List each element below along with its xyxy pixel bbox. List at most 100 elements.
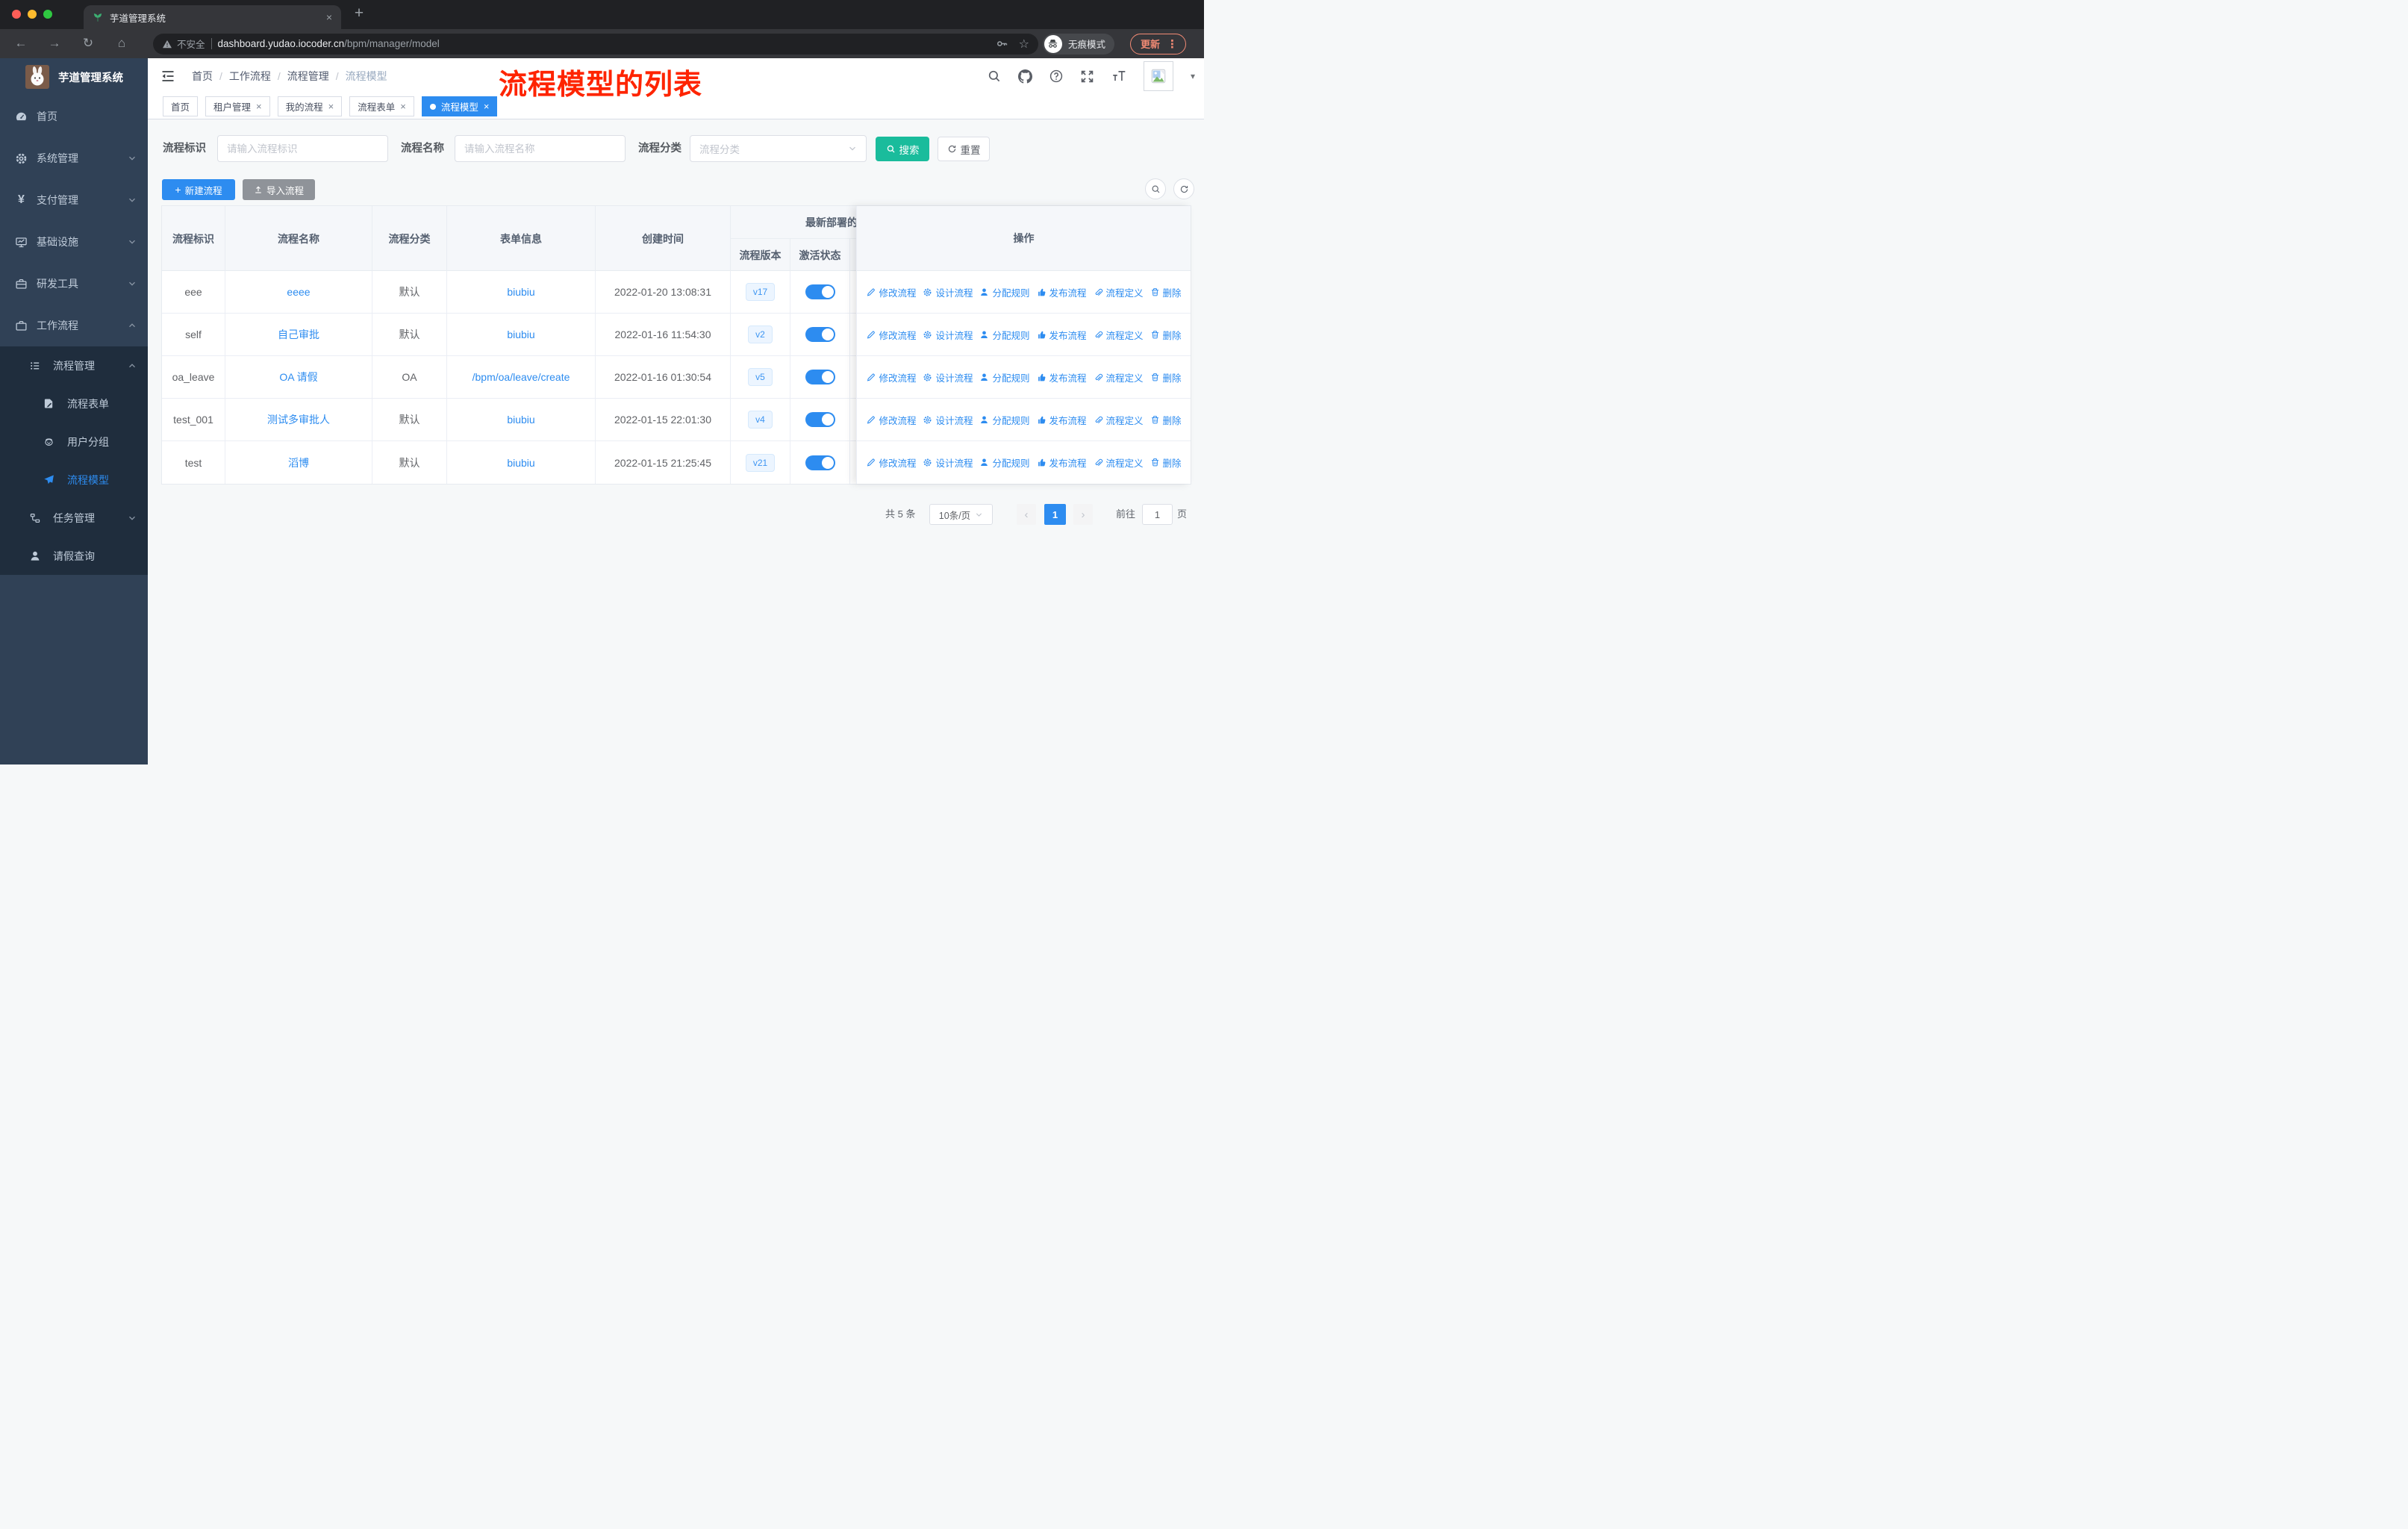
- process-category-select[interactable]: 流程分类: [690, 135, 867, 162]
- publish-process-link[interactable]: 发布流程: [1037, 455, 1087, 470]
- edit-process-link[interactable]: 修改流程: [866, 328, 916, 342]
- design-process-link[interactable]: 设计流程: [923, 413, 973, 427]
- new-tab-button[interactable]: +: [349, 4, 369, 22]
- browser-menu-icon[interactable]: ⋮: [1167, 37, 1178, 51]
- next-page-button[interactable]: ›: [1073, 504, 1093, 525]
- process-definition-link[interactable]: 流程定义: [1094, 285, 1144, 299]
- close-icon[interactable]: ×: [328, 101, 334, 112]
- sidebar-item-task-management[interactable]: 任务管理: [0, 499, 148, 537]
- process-definition-link[interactable]: 流程定义: [1094, 370, 1144, 384]
- form-link[interactable]: /bpm/oa/leave/create: [472, 371, 570, 383]
- publish-process-link[interactable]: 发布流程: [1037, 285, 1087, 299]
- active-toggle[interactable]: [805, 327, 835, 342]
- active-toggle[interactable]: [805, 455, 835, 470]
- process-name-link[interactable]: 测试多审批人: [267, 412, 330, 427]
- design-process-link[interactable]: 设计流程: [923, 328, 973, 342]
- tag-my-process[interactable]: 我的流程 ×: [277, 96, 343, 116]
- search-button[interactable]: 搜索: [876, 137, 929, 161]
- delete-link[interactable]: 删除: [1150, 413, 1182, 427]
- sidebar-item-workflow[interactable]: 工作流程: [0, 305, 148, 346]
- design-process-link[interactable]: 设计流程: [923, 455, 973, 470]
- assign-rule-link[interactable]: 分配规则: [979, 285, 1030, 299]
- home-icon[interactable]: ⌂: [113, 35, 131, 52]
- back-icon[interactable]: ←: [12, 35, 30, 52]
- process-name-link[interactable]: 滔博: [288, 455, 309, 470]
- active-toggle[interactable]: [805, 284, 835, 299]
- sidebar-item-infrastructure[interactable]: 基础设施: [0, 221, 148, 263]
- github-icon[interactable]: [1017, 69, 1032, 84]
- browser-tab[interactable]: 芋道管理系统 ×: [84, 5, 341, 29]
- design-process-link[interactable]: 设计流程: [923, 285, 973, 299]
- fullscreen-icon[interactable]: [1080, 69, 1094, 84]
- show-search-button[interactable]: [1145, 178, 1166, 199]
- forward-icon[interactable]: →: [46, 35, 63, 52]
- assign-rule-link[interactable]: 分配规则: [979, 413, 1030, 427]
- tag-process-form[interactable]: 流程表单 ×: [349, 96, 414, 116]
- delete-link[interactable]: 删除: [1150, 455, 1182, 470]
- import-process-button[interactable]: 导入流程: [243, 179, 315, 200]
- close-icon[interactable]: ×: [400, 101, 406, 112]
- edit-process-link[interactable]: 修改流程: [866, 370, 916, 384]
- process-definition-link[interactable]: 流程定义: [1094, 328, 1144, 342]
- process-definition-link[interactable]: 流程定义: [1094, 455, 1144, 470]
- browser-update-button[interactable]: 更新 ⋮: [1129, 33, 1186, 55]
- edit-process-link[interactable]: 修改流程: [866, 455, 916, 470]
- form-link[interactable]: biubiu: [507, 414, 534, 426]
- sidebar-item-devtools[interactable]: 研发工具: [0, 263, 148, 305]
- process-name-link[interactable]: eeee: [287, 286, 310, 298]
- page-size-select[interactable]: 10条/页: [929, 504, 993, 525]
- design-process-link[interactable]: 设计流程: [923, 370, 973, 384]
- delete-link[interactable]: 删除: [1150, 328, 1182, 342]
- avatar-caret-icon[interactable]: ▾: [1191, 71, 1195, 81]
- key-icon[interactable]: [996, 37, 1008, 50]
- tag-tenant[interactable]: 租户管理 ×: [205, 96, 270, 116]
- assign-rule-link[interactable]: 分配规则: [979, 370, 1030, 384]
- sidebar-collapse-icon[interactable]: [160, 69, 175, 84]
- process-name-link[interactable]: 自己审批: [278, 327, 319, 342]
- form-link[interactable]: biubiu: [507, 457, 534, 469]
- sidebar-item-process-form[interactable]: 流程表单: [0, 384, 148, 423]
- tab-close-icon[interactable]: ×: [326, 11, 332, 23]
- address-bar[interactable]: 不安全 dashboard.yudao.iocoder.cn/bpm/manag…: [153, 33, 1038, 55]
- assign-rule-link[interactable]: 分配规则: [979, 328, 1030, 342]
- goto-page-input[interactable]: [1142, 504, 1173, 525]
- url-text[interactable]: dashboard.yudao.iocoder.cn/bpm/manager/m…: [218, 38, 440, 49]
- reload-icon[interactable]: ↻: [79, 35, 97, 52]
- sidebar-item-home[interactable]: 首页: [0, 96, 148, 137]
- process-name-link[interactable]: OA 请假: [279, 370, 317, 384]
- user-avatar[interactable]: [1143, 61, 1173, 91]
- active-toggle[interactable]: [805, 370, 835, 384]
- sidebar-item-process-management[interactable]: 流程管理: [0, 346, 148, 384]
- bookmark-star-icon[interactable]: ☆: [1019, 37, 1029, 52]
- window-controls[interactable]: [12, 10, 52, 19]
- tag-process-model[interactable]: 流程模型 ×: [421, 96, 498, 116]
- current-page[interactable]: 1: [1044, 504, 1066, 525]
- sidebar-item-payment[interactable]: ¥ 支付管理: [0, 179, 148, 221]
- reset-button[interactable]: 重置: [938, 137, 990, 161]
- publish-process-link[interactable]: 发布流程: [1037, 413, 1087, 427]
- form-link[interactable]: biubiu: [507, 328, 534, 340]
- publish-process-link[interactable]: 发布流程: [1037, 370, 1087, 384]
- delete-link[interactable]: 删除: [1150, 285, 1182, 299]
- minimize-window-button[interactable]: [28, 10, 37, 19]
- close-icon[interactable]: ×: [484, 101, 490, 112]
- create-process-button[interactable]: + 新建流程: [162, 179, 235, 200]
- assign-rule-link[interactable]: 分配规则: [979, 455, 1030, 470]
- sidebar-item-leave-query[interactable]: 请假查询: [0, 537, 148, 575]
- breadcrumb-process-management[interactable]: 流程管理: [287, 69, 329, 84]
- breadcrumb-workflow[interactable]: 工作流程: [229, 69, 271, 84]
- close-icon[interactable]: ×: [256, 101, 262, 112]
- process-name-input[interactable]: [455, 135, 626, 162]
- process-id-input[interactable]: [217, 135, 388, 162]
- security-warning[interactable]: 不安全: [162, 37, 205, 51]
- tag-home[interactable]: 首页: [163, 96, 199, 116]
- delete-link[interactable]: 删除: [1150, 370, 1182, 384]
- publish-process-link[interactable]: 发布流程: [1037, 328, 1087, 342]
- sidebar-item-process-model[interactable]: 流程模型: [0, 461, 148, 499]
- form-link[interactable]: biubiu: [507, 286, 534, 298]
- maximize-window-button[interactable]: [43, 10, 52, 19]
- edit-process-link[interactable]: 修改流程: [866, 413, 916, 427]
- breadcrumb-home[interactable]: 首页: [192, 69, 213, 84]
- sidebar-item-user-group[interactable]: 用户分组: [0, 423, 148, 461]
- close-window-button[interactable]: [12, 10, 21, 19]
